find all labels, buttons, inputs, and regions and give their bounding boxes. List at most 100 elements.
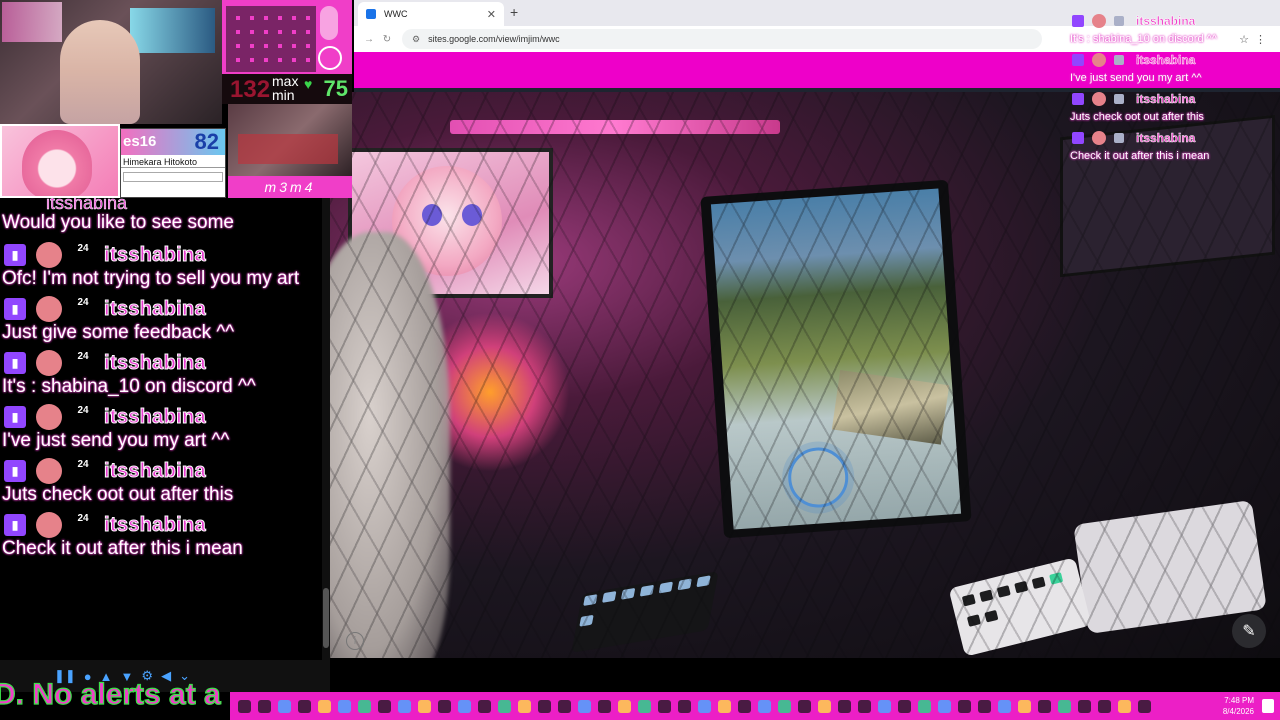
taskbar-app-icon[interactable] [877, 699, 891, 713]
taskbar-app-icon[interactable] [437, 699, 451, 713]
reload-icon[interactable]: ↻ [378, 34, 396, 45]
taskbar-app-icon[interactable] [957, 699, 971, 713]
avatar[interactable] [36, 242, 62, 268]
taskbar-app-icon[interactable] [317, 699, 331, 713]
chat-message: ▮ 24 itsshabina I've just send you my ar… [0, 404, 322, 452]
taskbar-app-icon[interactable] [1057, 699, 1071, 713]
taskbar-app-icon[interactable] [597, 699, 611, 713]
tab-wwc[interactable]: WWC ✕ [358, 2, 504, 26]
taskbar-app-icon[interactable] [237, 699, 251, 713]
stream-deck-left [571, 571, 719, 653]
taskbar-app-icon[interactable] [657, 699, 671, 713]
avatar[interactable] [36, 458, 62, 484]
taskbar-app-icon[interactable] [977, 699, 991, 713]
taskbar-app-icon[interactable] [1137, 699, 1151, 713]
google-sites-favicon-icon [366, 9, 376, 19]
taskbar-app-icon[interactable] [297, 699, 311, 713]
avatar[interactable] [36, 296, 62, 322]
taskbar-app-icon[interactable] [717, 699, 731, 713]
taskbar-app-icon[interactable] [537, 699, 551, 713]
notification-icon[interactable] [1262, 699, 1274, 713]
system-clock[interactable]: 7:48 PM 8/4/2026 [1223, 695, 1254, 717]
edit-pencil-icon[interactable]: ✎ [1232, 614, 1266, 648]
heart-rate-max-value: 132 [230, 76, 271, 103]
anime-eye-right [462, 204, 482, 226]
site-info-icon[interactable]: ⚙ [412, 34, 420, 45]
desk-surface [238, 134, 338, 164]
chat-username[interactable]: itsshabina [104, 351, 207, 375]
taskbar-app-icon[interactable] [757, 699, 771, 713]
taskbar-app-icon[interactable] [937, 699, 951, 713]
taskbar-app-icon[interactable] [897, 699, 911, 713]
taskbar-app-icon[interactable] [777, 699, 791, 713]
taskbar-app-icon[interactable] [1097, 699, 1111, 713]
taskbar-app-icon[interactable] [737, 699, 751, 713]
avatar[interactable] [36, 512, 62, 538]
overlay-chat-text: Juts check oot out after this [1070, 111, 1204, 123]
taskbar-app-icon[interactable] [837, 699, 851, 713]
taskbar-app-icon[interactable] [337, 699, 351, 713]
sub-badge-icon [1114, 16, 1124, 26]
avatar[interactable] [36, 404, 62, 430]
chat-text: Juts check oot out after this [2, 484, 234, 505]
taskbar-app-icon[interactable] [617, 699, 631, 713]
chat-message: ▮ 24 itsshabina Juts check oot out after… [0, 458, 322, 506]
taskbar-app-icon[interactable] [397, 699, 411, 713]
camera-feed: i ✎ [330, 92, 1280, 658]
keyboard-overlay [222, 0, 352, 74]
taskbar-app-icon[interactable] [697, 699, 711, 713]
chat-text: I've just send you my art ^^ [2, 430, 230, 451]
taskbar-app-icon[interactable] [797, 699, 811, 713]
chat-scrollbar-thumb[interactable] [323, 588, 329, 648]
taskbar-app-icon[interactable] [1037, 699, 1051, 713]
taskbar-app-icon[interactable] [277, 699, 291, 713]
new-tab-button[interactable]: + [510, 4, 518, 20]
chat-username[interactable]: itsshabina [104, 405, 207, 429]
twitch-icon: ▮ [4, 406, 26, 428]
info-icon[interactable]: i [346, 632, 364, 650]
taskbar-app-icon[interactable] [357, 699, 371, 713]
url-field[interactable]: ⚙ sites.google.com/view/imjim/wwc [402, 29, 1042, 49]
forward-icon[interactable]: → [360, 34, 378, 45]
close-tab-icon[interactable]: ✕ [487, 8, 496, 21]
taskbar-app-icon[interactable] [417, 699, 431, 713]
sub-badge-icon [1114, 55, 1124, 65]
taskbar-app-icon[interactable] [477, 699, 491, 713]
taskbar-app-icon[interactable] [517, 699, 531, 713]
chat-partial-username: itsshabina [46, 198, 128, 212]
taskbar-app-icon[interactable] [917, 699, 931, 713]
chat-username[interactable]: itsshabina [104, 243, 207, 267]
taskbar-app-icon[interactable] [637, 699, 651, 713]
avatar [1092, 53, 1106, 67]
chat-scrollbar[interactable] [322, 198, 330, 660]
twitch-icon [1072, 132, 1084, 144]
taskbar-app-icon[interactable] [377, 699, 391, 713]
chat-message: ▮ 24 itsshabina It's : shabina_10 on dis… [0, 350, 322, 398]
taskbar-app-icon[interactable] [817, 699, 831, 713]
chat-username[interactable]: itsshabina [104, 459, 207, 483]
twitch-icon: ▮ [4, 514, 26, 536]
taskbar-app-icon[interactable] [677, 699, 691, 713]
chat-message: ▮ 24 itsshabina Just give some feedback … [0, 296, 322, 344]
chat-username[interactable]: itsshabina [104, 297, 207, 321]
stream-screen: i ✎ WWC ✕ + → ↻ ⚙ sites.google.com/view/… [0, 0, 1280, 720]
overlay-chat-text: It's : shabina_10 on discord ^^ [1070, 33, 1217, 45]
taskbar-app-icon[interactable] [457, 699, 471, 713]
chat-text: It's : shabina_10 on discord ^^ [2, 376, 256, 397]
taskbar-app-icon[interactable] [257, 699, 271, 713]
taskbar-app-icon[interactable] [577, 699, 591, 713]
mouse-icon [320, 6, 338, 40]
taskbar-app-icon[interactable] [1077, 699, 1091, 713]
taskbar-app-icon[interactable] [497, 699, 511, 713]
chat-panel: itsshabina Would you like to see some ▮ … [0, 198, 322, 660]
taskbar-app-icon[interactable] [1117, 699, 1131, 713]
taskbar-app-icon[interactable] [857, 699, 871, 713]
avatar[interactable] [36, 350, 62, 376]
chat-username[interactable]: itsshabina [104, 513, 207, 537]
taskbar-app-icon[interactable] [557, 699, 571, 713]
taskbar-app-icon[interactable] [997, 699, 1011, 713]
tab-title: WWC [384, 9, 408, 19]
taskbar-app-icon[interactable] [1017, 699, 1031, 713]
twitch-icon [1072, 15, 1084, 27]
twitch-icon [1072, 54, 1084, 66]
